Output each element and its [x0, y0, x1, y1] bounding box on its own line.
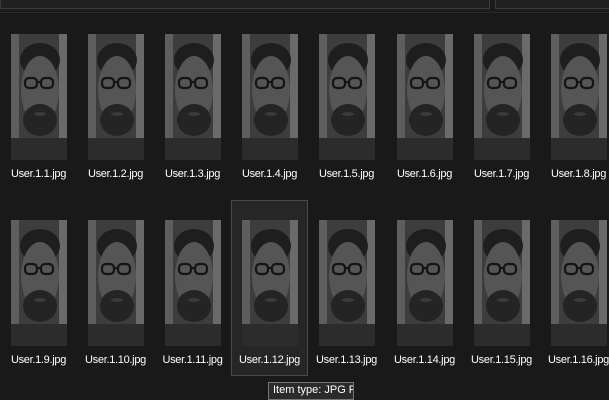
file-name-label: User.1.10.jpg: [85, 354, 146, 366]
file-name-label: User.1.4.jpg: [241, 168, 298, 180]
file-name-label: User.1.16.jpg: [548, 354, 609, 366]
file-item[interactable]: User.1.4.jpg: [231, 14, 308, 190]
file-item[interactable]: User.1.8.jpg: [540, 14, 609, 190]
file-item[interactable]: User.1.10.jpg: [77, 200, 154, 376]
file-item[interactable]: User.1.5.jpg: [308, 14, 385, 190]
image-thumbnail: [11, 34, 67, 160]
file-item[interactable]: User.1.15.jpg: [463, 200, 540, 376]
file-name-label: User.1.8.jpg: [550, 168, 607, 180]
image-thumbnail: [11, 220, 67, 346]
file-item[interactable]: User.1.9.jpg: [0, 200, 77, 376]
file-name-label: User.1.2.jpg: [87, 168, 144, 180]
image-thumbnail: [474, 220, 530, 346]
image-thumbnail: [88, 34, 144, 160]
file-grid: User.1.1.jpg User.1.2.jpg User.1.3.jpg U…: [0, 0, 609, 400]
file-name-label: User.1.1.jpg: [10, 168, 67, 180]
image-thumbnail: [397, 220, 453, 346]
file-name-label: User.1.3.jpg: [164, 168, 221, 180]
file-name-label: User.1.6.jpg: [396, 168, 453, 180]
file-item[interactable]: User.1.13.jpg: [308, 200, 385, 376]
file-item[interactable]: User.1.1.jpg: [0, 14, 77, 190]
file-item[interactable]: User.1.7.jpg: [463, 14, 540, 190]
file-item[interactable]: User.1.14.jpg: [386, 200, 463, 376]
file-item[interactable]: User.1.6.jpg: [386, 14, 463, 190]
image-thumbnail: [397, 34, 453, 160]
image-thumbnail: [165, 34, 221, 160]
file-name-label: User.1.9.jpg: [10, 354, 67, 366]
image-thumbnail: [165, 220, 221, 346]
image-thumbnail: [242, 34, 298, 160]
image-thumbnail: [551, 34, 607, 160]
file-name-label: User.1.14.jpg: [394, 354, 455, 366]
file-item[interactable]: User.1.11.jpg: [154, 200, 231, 376]
image-thumbnail: [242, 220, 298, 346]
file-item[interactable]: User.1.12.jpg: [231, 200, 308, 376]
image-thumbnail: [319, 34, 375, 160]
file-name-label: User.1.5.jpg: [318, 168, 375, 180]
file-item[interactable]: User.1.16.jpg: [540, 200, 609, 376]
file-name-label: User.1.11.jpg: [162, 354, 223, 366]
file-item[interactable]: User.1.3.jpg: [154, 14, 231, 190]
file-name-label: User.1.7.jpg: [473, 168, 530, 180]
file-name-label: User.1.13.jpg: [316, 354, 377, 366]
image-thumbnail: [474, 34, 530, 160]
file-item[interactable]: User.1.2.jpg: [77, 14, 154, 190]
image-thumbnail: [319, 220, 375, 346]
image-thumbnail: [551, 220, 607, 346]
file-name-label: User.1.15.jpg: [471, 354, 532, 366]
file-name-label: User.1.12.jpg: [239, 354, 300, 366]
item-type-tooltip: Item type: JPG File: [268, 382, 354, 400]
image-thumbnail: [88, 220, 144, 346]
